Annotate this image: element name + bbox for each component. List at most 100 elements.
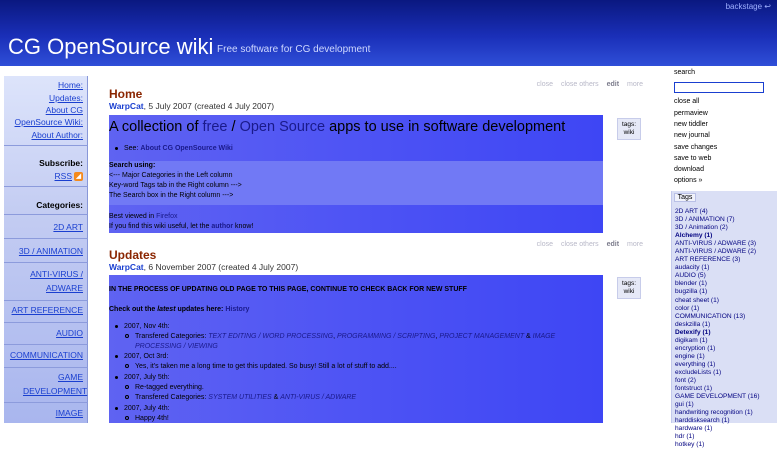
menu-link-updates[interactable]: Updates: (49, 93, 83, 103)
tag-link[interactable]: hardware (1) (675, 425, 777, 433)
search-input[interactable] (674, 82, 764, 93)
tag-link[interactable]: deskzilla (1) (675, 321, 777, 329)
tags-box: tags: wiki (617, 118, 641, 140)
edit-button[interactable]: edit (607, 241, 619, 248)
close-others-button[interactable]: close others (561, 241, 599, 248)
more-button[interactable]: more (627, 81, 643, 88)
menu-divider (4, 214, 88, 215)
menu-link-home[interactable]: Home: (58, 80, 83, 90)
tag-link[interactable]: fontstruct (1) (675, 385, 777, 393)
update-entry-line: Transfered Categories: TEXT EDITING / WO… (125, 333, 555, 340)
category-link[interactable]: PROJECT MANAGEMENT (439, 333, 524, 340)
close-button[interactable]: close (537, 81, 553, 88)
entry-text: Re-tagged everything. (135, 384, 204, 391)
category-art-reference[interactable]: ART REFERENCE (12, 303, 83, 317)
new-journal-button[interactable]: new journal (674, 132, 710, 139)
category-anti-virus[interactable]: ANTI-VIRUS / ADWARE (23, 267, 83, 295)
circle-bullet (125, 395, 129, 400)
menu-link-about-cg[interactable]: About CG (46, 105, 83, 115)
tag-link[interactable]: engine (1) (675, 353, 777, 361)
tag-wiki[interactable]: wiki (619, 288, 639, 296)
backstage-link[interactable]: backstage ↩ (726, 2, 771, 11)
permaview-button[interactable]: permaview (674, 110, 708, 117)
new-tiddler-button[interactable]: new tiddler (674, 121, 708, 128)
banner-sep: / (227, 119, 240, 135)
tag-link[interactable]: AUDIO (5) (675, 272, 777, 280)
tag-link[interactable]: hdr (1) (675, 433, 777, 441)
checkout-text-mid: updates here: (175, 306, 226, 313)
rss-label[interactable]: RSS (55, 171, 72, 181)
firefox-link[interactable]: Firefox (156, 213, 177, 220)
category-image[interactable]: IMAGE (56, 406, 83, 420)
main-menu: Home: Updates: About CG OpenSource Wiki:… (4, 76, 88, 423)
category-2d-art[interactable]: 2D ART (53, 220, 83, 234)
options-button[interactable]: options » (674, 177, 702, 184)
tags-box: tags: wiki (617, 277, 641, 299)
close-button[interactable]: close (537, 241, 553, 248)
open-source-link[interactable]: Open Source (240, 119, 325, 135)
tab-tags[interactable]: Tags (674, 193, 696, 202)
tag-link[interactable]: handwriting recognition (1) (675, 409, 777, 417)
category-game-development[interactable]: GAME DEVELOPMENT (23, 370, 87, 398)
author-link[interactable]: WarpCat (109, 262, 144, 272)
menu-link-opensource-wiki[interactable]: OpenSource Wiki: (15, 117, 84, 127)
tag-link[interactable]: COMMUNICATION (13) (675, 313, 777, 321)
tag-link[interactable]: digikam (1) (675, 337, 777, 345)
tag-link[interactable]: Alchemy (1) (675, 232, 777, 240)
tag-link[interactable]: blender (1) (675, 280, 777, 288)
category-link[interactable]: PROCESSING / VIEWING (135, 343, 218, 350)
tag-link[interactable]: color (1) (675, 305, 777, 313)
useful-text-end: know! (233, 223, 254, 230)
edit-button[interactable]: edit (607, 81, 619, 88)
circle-bullet (125, 416, 129, 421)
category-link[interactable]: TEXT EDITING / WORD PROCESSING (208, 333, 333, 340)
rss-link[interactable]: RSS ◢ (55, 171, 83, 182)
tag-link[interactable]: Detexify (1) (675, 329, 777, 337)
search-line-1: <--- Major Categories in the Left column (109, 172, 233, 179)
tags-list: 2D ART (4) 3D / ANIMATION (7) 3D / Animati… (675, 208, 777, 449)
author-contact-link[interactable]: author (211, 223, 233, 230)
tag-link[interactable]: 3D / ANIMATION (7) (675, 216, 777, 224)
save-to-web-button[interactable]: save to web (674, 155, 711, 162)
tag-link[interactable]: GAME DEVELOPMENT (16) (675, 393, 777, 401)
category-communication[interactable]: COMMUNICATION (10, 348, 83, 362)
tag-link[interactable]: cheat sheet (1) (675, 297, 777, 305)
tag-link[interactable]: ANTI-VIRUS / ADWARE (3) (675, 240, 777, 248)
category-link[interactable]: SYSTEM UTILITIES (208, 394, 271, 401)
category-audio[interactable]: AUDIO (56, 326, 83, 340)
tag-link[interactable]: everything (1) (675, 361, 777, 369)
tiddler-date: , 5 July 2007 (created 4 July 2007) (143, 101, 275, 111)
free-link[interactable]: free (203, 119, 228, 135)
history-link[interactable]: History (225, 306, 249, 313)
download-button[interactable]: download (674, 166, 704, 173)
tag-link[interactable]: ART REFERENCE (3) (675, 256, 777, 264)
author-link[interactable]: WarpCat (109, 101, 144, 111)
rss-icon[interactable]: ◢ (74, 172, 83, 182)
tag-link[interactable]: excludeLists (1) (675, 369, 777, 377)
about-wiki-link[interactable]: About CG OpenSource Wiki (140, 145, 233, 152)
tag-link[interactable]: font (2) (675, 377, 777, 385)
tag-link[interactable]: 2D ART (4) (675, 208, 777, 216)
close-all-button[interactable]: close all (674, 98, 699, 105)
more-button[interactable]: more (627, 241, 643, 248)
tag-link[interactable]: bugzilla (1) (675, 288, 777, 296)
category-3d-animation[interactable]: 3D / ANIMATION (19, 244, 83, 258)
tag-link[interactable]: encryption (1) (675, 345, 777, 353)
tag-wiki[interactable]: wiki (619, 129, 639, 137)
category-link[interactable]: PROGRAMMING / SCRIPTING (337, 333, 435, 340)
tag-link[interactable]: hotkey (1) (675, 441, 777, 449)
menu-divider (4, 145, 88, 146)
tiddler-title: Home (109, 87, 143, 101)
category-link[interactable]: IMAGE (533, 333, 556, 340)
see-label: See: (124, 145, 141, 152)
close-others-button[interactable]: close others (561, 81, 599, 88)
bullet (115, 354, 118, 358)
tag-link[interactable]: ANTI-VIRUS / ADWARE (2) (675, 248, 777, 256)
tag-link[interactable]: audacity (1) (675, 264, 777, 272)
category-link[interactable]: ANTI-VIRUS / ADWARE (280, 394, 356, 401)
tag-link[interactable]: gui (1) (675, 401, 777, 409)
tag-link[interactable]: 3D / Animation (2) (675, 224, 777, 232)
menu-link-about-author[interactable]: About Author: (31, 130, 83, 140)
save-changes-button[interactable]: save changes (674, 144, 717, 151)
tag-link[interactable]: harddisksearch (1) (675, 417, 777, 425)
